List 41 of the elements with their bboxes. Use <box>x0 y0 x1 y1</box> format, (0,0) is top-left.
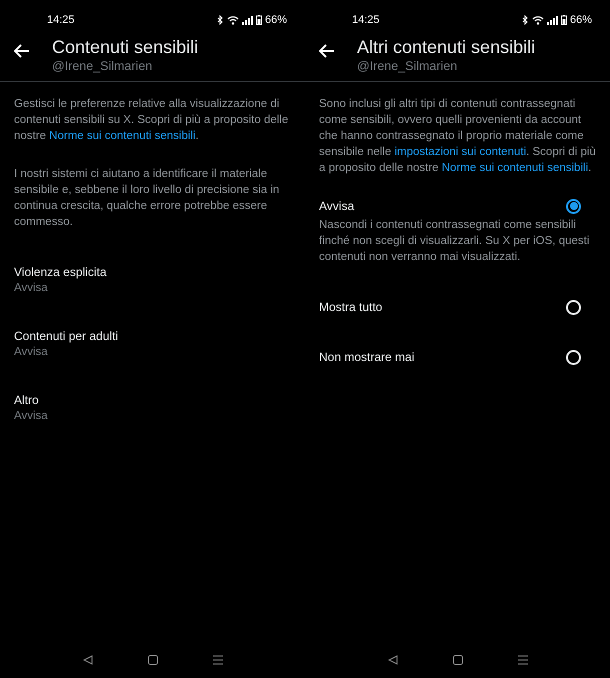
option-label[interactable]: Mostra tutto <box>319 299 382 315</box>
menu-icon[interactable] <box>518 655 528 665</box>
account-handle: @Irene_Silmarien <box>357 58 458 75</box>
option-label[interactable]: Avvisa <box>319 198 354 214</box>
battery-icon <box>560 15 567 25</box>
description-text: I nostri sistemi ci aiutano a identificare il materiale sensibile e, sebbene il loro livello di precisione sia in continua crescita, qualche errore potrebbe essere commesso. <box>14 167 280 230</box>
back-button[interactable] <box>14 44 30 58</box>
bluetooth-icon <box>522 15 529 25</box>
back-nav-icon[interactable] <box>388 655 398 665</box>
menu-icon[interactable] <box>212 655 222 665</box>
wifi-icon <box>226 15 239 25</box>
setting-label[interactable]: Violenza esplicita <box>14 264 291 280</box>
page-title: Contenuti sensibili <box>52 36 198 58</box>
clock-time: 14:25 <box>47 14 75 26</box>
setting-value: Avvisa <box>14 345 49 360</box>
wifi-icon <box>532 15 544 25</box>
description-text: Gestisci le preferenze relative alla visualizzazione di contenuti sensibili su X. Scopri di più a proposito delle nostre Norme sui contenuti sensibili. <box>14 97 290 144</box>
option-description: Nascondi i contenuti contrassegnati come sensibili finché non scegli di visualizzarli. Su X per iOS, questi contenuti non verranno mai visualizzati. <box>319 218 590 265</box>
description-text: Sono inclusi gli altri tipi di contenuti contrassegnati come sensibili, ovvero quelli provenienti da account che hanno contrassegnato il proprio materiale come sensibile nelle impostazioni sui contenuti. Scopri di più a proposito delle nostre Norme sui contenuti sensibili. <box>319 97 596 176</box>
policy-link[interactable]: impostazioni sui contenuti <box>394 146 526 158</box>
signal-icon <box>546 16 558 24</box>
back-button[interactable] <box>319 44 335 58</box>
setting-value: Avvisa <box>14 409 49 424</box>
setting-label[interactable]: Altro <box>14 392 291 408</box>
bluetooth-icon <box>216 15 224 25</box>
battery-icon <box>256 15 262 25</box>
signal-icon <box>242 16 253 24</box>
option-label[interactable]: Non mostrare mai <box>319 349 414 365</box>
page-title: Altri contenuti sensibili <box>357 36 536 58</box>
setting-value: Avvisa <box>14 281 49 296</box>
setting-label[interactable]: Contenuti per adulti <box>14 328 291 344</box>
policy-link[interactable]: Norme sui contenuti sensibili <box>442 162 588 174</box>
clock-time: 14:25 <box>352 14 380 26</box>
radio-button[interactable] <box>566 198 581 214</box>
battery-percentage: 66% <box>570 14 592 26</box>
account-handle: @Irene_Silmarien <box>52 58 154 75</box>
home-nav-icon[interactable] <box>452 655 462 665</box>
back-nav-icon[interactable] <box>82 655 92 665</box>
battery-percentage: 66% <box>264 14 287 26</box>
policy-link[interactable]: Norme sui contenuti sensibili <box>49 130 196 142</box>
home-nav-icon[interactable] <box>148 655 158 665</box>
